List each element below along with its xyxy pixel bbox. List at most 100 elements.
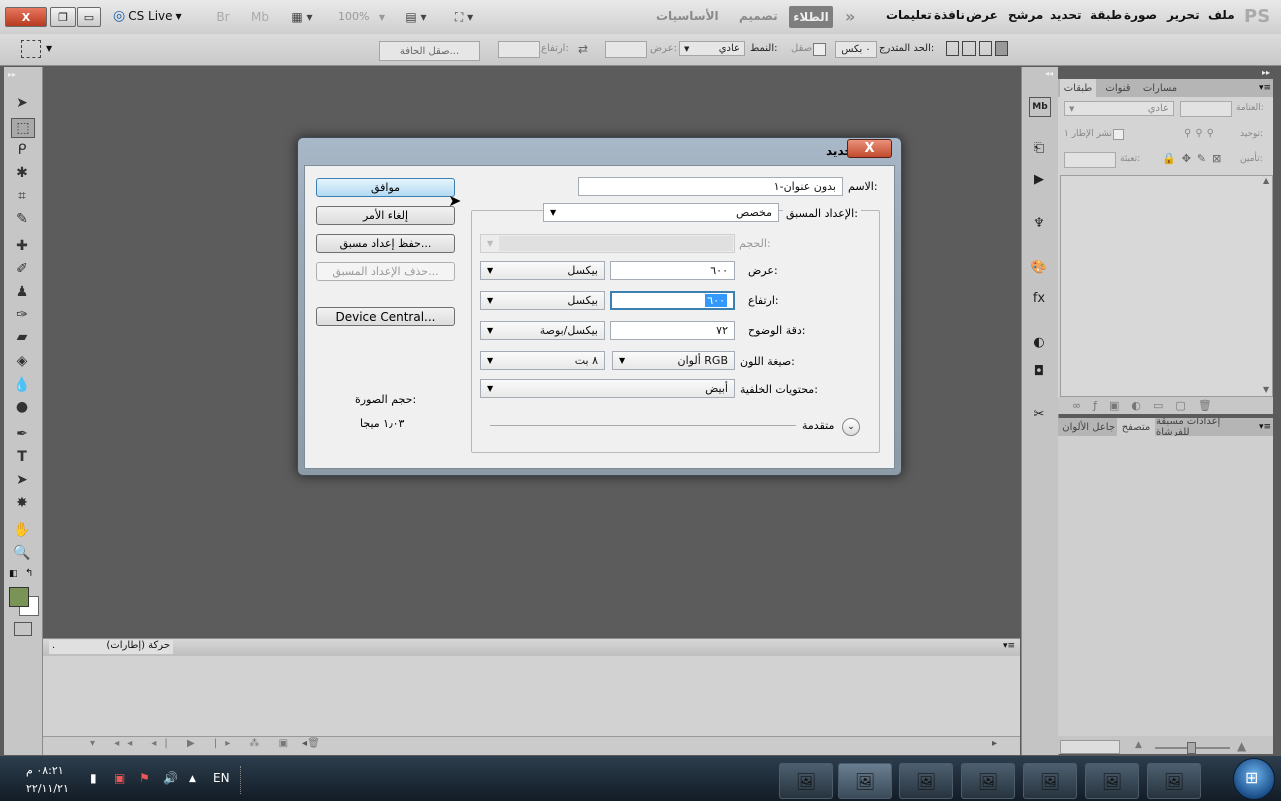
advanced-expand-button[interactable]: ⌄ [842,418,860,436]
workspace-painting[interactable]: الطلاء [789,6,833,28]
menu-edit[interactable]: تحرير [1167,8,1200,22]
save-preset-button[interactable]: حفظ إعداد مسبق... [316,234,455,253]
dodge-tool-icon[interactable]: ● [11,398,33,416]
start-button[interactable]: ⊞ [1233,758,1275,800]
width-input[interactable]: ٦٠٠ [610,261,735,280]
collapse-icon[interactable]: ▸▸ [8,70,16,79]
tab-layers[interactable]: طبقات [1060,79,1096,97]
custom-shape-tool-icon[interactable]: ✸ [11,494,33,512]
healing-brush-tool-icon[interactable]: ✚ [11,237,33,255]
blur-tool-icon[interactable]: 💧 [11,376,33,394]
adjustments-panel-icon[interactable]: ◐ [1029,333,1049,351]
marquee-preset-icon[interactable] [21,40,41,58]
workspace-more-button[interactable]: » [845,7,855,26]
actions-panel-icon[interactable]: ▶ [1029,170,1049,188]
propagate-frame-checkbox[interactable] [1113,129,1124,140]
taskbar-app-icon[interactable]: 🖼 [1085,763,1139,799]
zoom-dropdown[interactable]: ▼ [370,8,394,26]
type-tool-icon[interactable]: T [11,448,33,466]
color-mode-select[interactable]: ▼ ألوان RGB [612,351,735,370]
battery-icon[interactable]: ▣ [114,771,125,785]
quick-mask-icon[interactable] [14,622,32,636]
workspace-essentials[interactable]: الأساسيات [656,9,719,23]
volume-icon[interactable]: 🔊 [163,771,178,785]
expand-icon[interactable]: ▸▸ [1262,68,1270,77]
zoom-out-icon[interactable]: ▲ [1135,740,1142,750]
navigator-zoom-input[interactable] [1060,740,1120,754]
width-input[interactable] [605,41,647,58]
feather-input[interactable]: ٠ بكس [835,41,877,58]
hand-tool-icon[interactable]: ✋ [11,521,33,539]
masks-panel-icon[interactable]: ◘ [1029,362,1049,380]
style-select[interactable]: ▼ عادي [679,41,745,56]
tab-paths[interactable]: مسارات [1141,79,1179,97]
lasso-tool-icon[interactable]: ᑭ [11,141,33,159]
resolution-input[interactable]: ٧٢ [610,321,735,340]
menu-view[interactable]: عرض [966,8,998,22]
tool-presets-panel-icon[interactable]: ✂ [1029,405,1049,423]
scroll-up-icon[interactable]: ▲ [1263,176,1269,185]
panel-menu-icon[interactable]: ▾≡ [1003,641,1015,651]
scroll-left-icon[interactable]: ◂ [302,738,307,749]
bridge-button[interactable]: Br [211,8,235,26]
new-selection-icon[interactable] [994,41,1008,56]
tab-color-maker[interactable]: جاعل الألوان [1060,418,1115,436]
scroll-down-icon[interactable]: ▼ [1263,385,1269,394]
height-unit-select[interactable]: ▼ بيكسل [480,291,605,310]
cs-live-button[interactable]: ◎ CS Live ▼ [113,8,182,24]
name-input[interactable]: بدون عنوان-١ [578,177,843,196]
clock-date[interactable]: ٢٢/١١/٢١ [26,782,69,795]
swatches-panel-icon[interactable]: 🎨 [1029,258,1049,276]
preset-select[interactable]: ▼ مخصص [543,203,779,222]
brush-tool-icon[interactable]: ✐ [11,260,33,278]
lock-icons[interactable]: 🔒✥✎⊠ [1162,152,1227,165]
extras-button[interactable]: ▦ ▾ [284,8,320,26]
menu-select[interactable]: تحديد [1050,8,1082,22]
height-input[interactable] [498,41,540,58]
scroll-right-icon[interactable]: ▸ [992,738,997,749]
taskbar-app-icon[interactable]: 🖼 [838,763,892,799]
taskbar-app-icon[interactable]: 🖼 [961,763,1015,799]
width-unit-select[interactable]: ▼ بيكسل [480,261,605,280]
tab-channels[interactable]: قنوات [1099,79,1137,97]
intersect-selection-icon[interactable] [946,41,960,56]
taskbar-app-icon[interactable]: 🖼 [779,763,833,799]
history-panel-icon[interactable]: ⎗ [1029,139,1049,157]
device-central-button[interactable]: Device Central... [316,307,455,326]
marquee-tool-icon[interactable]: ⬚ [11,118,35,138]
collapse-icon[interactable]: ◂◂ [1045,69,1053,78]
animation-tab[interactable]: . حركة (إطارات) [49,640,173,654]
opacity-input[interactable] [1180,101,1232,117]
clone-stamp-tool-icon[interactable]: ♟ [11,283,33,301]
taskbar-app-icon[interactable]: 🖼 [1147,763,1201,799]
styles-panel-icon[interactable]: fx [1029,289,1049,307]
screen-mode-button[interactable]: ⛶ ▾ [446,8,482,26]
menu-help[interactable]: تعليمات [886,8,932,22]
menu-layer[interactable]: طبقة [1090,8,1122,22]
refine-edge-button[interactable]: صقل الحافة... [379,41,480,61]
zoom-slider-handle[interactable] [1187,742,1196,754]
pen-tool-icon[interactable]: ✒ [11,425,33,443]
quick-selection-tool-icon[interactable]: ✱ [11,164,33,182]
panel-menu-icon[interactable]: ▾≡ [1259,83,1271,93]
taskbar-app-icon[interactable]: 🖼 [1023,763,1077,799]
add-selection-icon[interactable] [978,41,992,56]
bit-depth-select[interactable]: ▼ ٨ بت [480,351,605,370]
layers-footer-icons[interactable]: ∞ƒ▣◐▭▢🗑 [1072,399,1224,412]
fill-input[interactable] [1064,152,1116,168]
action-center-icon[interactable]: ⚑ [139,771,150,785]
show-hidden-icons-button[interactable]: ▲ [189,774,196,784]
workspace-design[interactable]: تصميم [739,9,778,23]
blend-mode-select[interactable]: ▼ عادي [1064,101,1174,116]
zoom-in-icon[interactable]: ▲ [1237,739,1246,753]
ok-button[interactable]: موافق [316,178,455,197]
arrange-documents-button[interactable]: ▤ ▾ [398,8,434,26]
history-brush-tool-icon[interactable]: ✑ [11,306,33,324]
paint-bucket-tool-icon[interactable]: ◈ [11,352,33,370]
window-minimize-button[interactable]: ▭ [77,7,101,27]
eraser-tool-icon[interactable]: ▰ [11,328,33,346]
foreground-color-swatch[interactable] [9,587,29,607]
animation-controls[interactable]: ▾ ◂◂ ◂| ▶ |▸ ⁂ ▣ 🗑 [90,738,328,749]
path-selection-tool-icon[interactable]: ➤ [11,471,33,489]
subtract-selection-icon[interactable] [962,41,976,56]
